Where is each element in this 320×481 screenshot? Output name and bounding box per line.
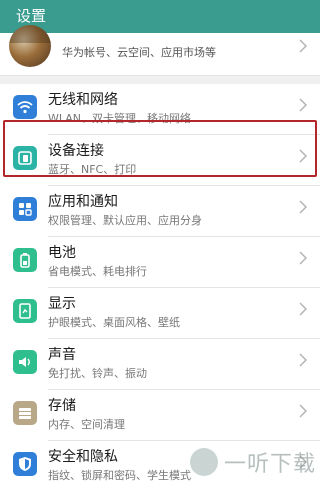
settings-item-sound[interactable]: 声音 免打扰、铃声、振动 xyxy=(0,339,320,390)
chevron-right-icon xyxy=(298,146,308,166)
settings-item-device-connection[interactable]: 设备连接 蓝牙、NFC、打印 xyxy=(0,135,320,186)
settings-list: 无线和网络 WLAN、双卡管理、移动网络 设备连接 蓝牙、NFC、打印 应用和通… xyxy=(0,84,320,481)
chevron-right-icon xyxy=(298,197,308,217)
item-sublabel: 免打扰、铃声、振动 xyxy=(48,367,147,380)
chevron-right-icon xyxy=(298,401,308,421)
item-sublabel: 护眼模式、桌面风格、壁纸 xyxy=(48,316,180,329)
chevron-right-icon xyxy=(298,36,308,56)
watermark-logo-icon xyxy=(189,448,218,476)
chevron-right-icon xyxy=(298,350,308,370)
account-subtitle: 华为帐号、云空间、应用市场等 xyxy=(62,46,216,59)
device-connection-icon xyxy=(13,146,37,170)
item-label: 应用和通知 xyxy=(48,194,118,210)
settings-item-display[interactable]: 显示 护眼模式、桌面风格、壁纸 xyxy=(0,288,320,339)
item-label: 声音 xyxy=(48,347,76,363)
battery-icon xyxy=(13,248,37,272)
shield-icon xyxy=(13,452,37,476)
settings-item-battery[interactable]: 电池 省电模式、耗电排行 xyxy=(0,237,320,288)
item-label: 无线和网络 xyxy=(48,92,118,108)
item-label: 电池 xyxy=(48,245,76,261)
chevron-right-icon xyxy=(298,248,308,268)
settings-item-apps[interactable]: 应用和通知 权限管理、默认应用、应用分身 xyxy=(0,186,320,237)
item-sublabel: WLAN、双卡管理、移动网络 xyxy=(48,112,192,125)
item-sublabel: 权限管理、默认应用、应用分身 xyxy=(48,214,202,227)
page-title: 设置 xyxy=(16,7,47,25)
settings-item-wireless[interactable]: 无线和网络 WLAN、双卡管理、移动网络 xyxy=(0,84,320,135)
settings-item-storage[interactable]: 存储 内存、空间清理 xyxy=(0,390,320,441)
display-icon xyxy=(13,299,37,323)
watermark-text: 一听下载 xyxy=(223,452,316,477)
item-label: 存储 xyxy=(48,398,76,414)
watermark: 一听下载 xyxy=(189,447,316,477)
storage-icon xyxy=(13,401,37,425)
wifi-icon xyxy=(13,95,37,119)
item-label: 设备连接 xyxy=(48,143,104,159)
apps-grid-icon xyxy=(13,197,37,221)
item-sublabel: 省电模式、耗电排行 xyxy=(48,265,147,278)
avatar xyxy=(9,25,51,67)
item-sublabel: 指纹、锁屏和密码、学生模式 xyxy=(48,469,191,481)
account-row[interactable]: 华为帐号、云空间、应用市场等 xyxy=(0,25,320,75)
item-sublabel: 内存、空间清理 xyxy=(48,418,125,431)
chevron-right-icon xyxy=(298,299,308,319)
item-label: 安全和隐私 xyxy=(48,449,118,465)
item-label: 显示 xyxy=(48,296,76,312)
chevron-right-icon xyxy=(298,95,308,115)
item-sublabel: 蓝牙、NFC、打印 xyxy=(48,163,137,176)
section-divider xyxy=(0,75,320,84)
sound-icon xyxy=(13,350,37,374)
